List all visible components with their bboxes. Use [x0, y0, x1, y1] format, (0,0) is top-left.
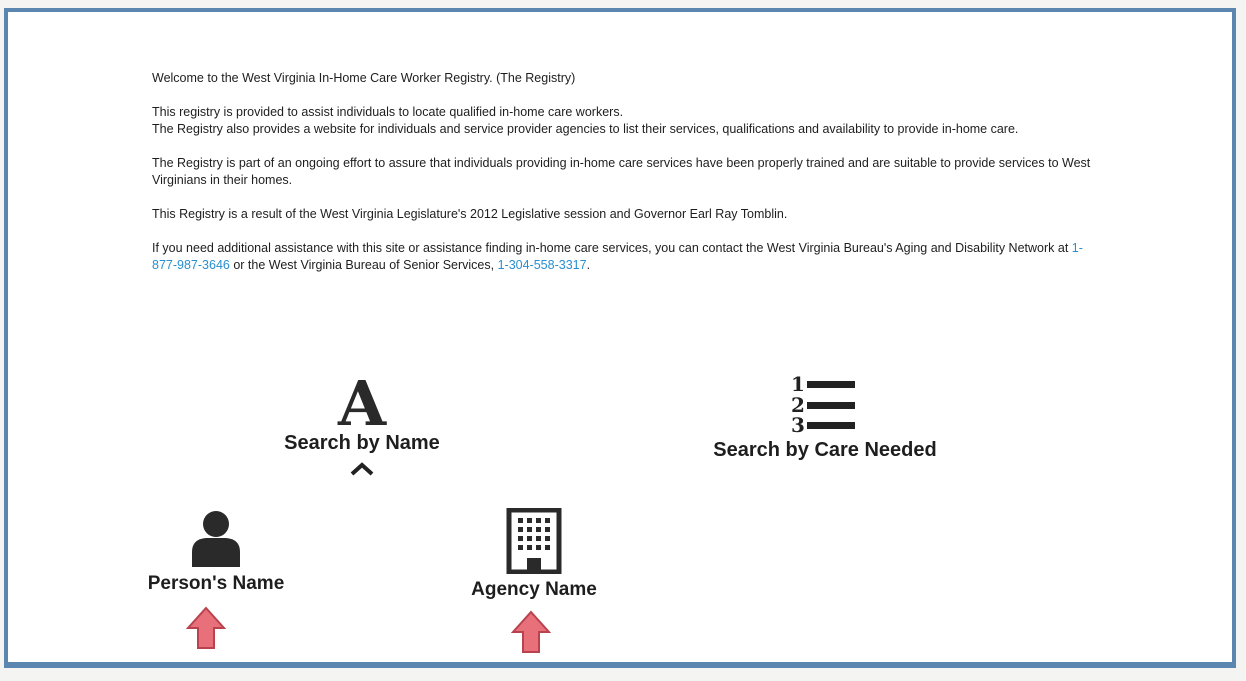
intro-paragraph-3: This Registry is a result of the West Vi…	[152, 207, 788, 221]
numbered-list-icon: 1 2 3	[791, 372, 855, 437]
chevron-up-icon	[262, 461, 462, 479]
list-number-3: 3	[791, 413, 805, 434]
search-by-name-label: Search by Name	[284, 432, 440, 454]
persons-name-button[interactable]: Person's Name	[126, 510, 306, 595]
agency-name-button[interactable]: Agency Name	[444, 507, 624, 601]
up-arrow-icon	[511, 610, 551, 653]
search-by-care-button[interactable]: 1 2 3 Search by Care Needed	[690, 372, 960, 462]
agency-name-label: Agency Name	[471, 579, 597, 600]
up-arrow-icon	[186, 606, 226, 649]
person-icon	[192, 511, 240, 567]
intro-paragraph-2: The Registry is part of an ongoing effor…	[152, 156, 1091, 187]
intro-paragraph-1a: This registry is provided to assist indi…	[152, 105, 624, 119]
welcome-text: Welcome to the West Virginia In-Home Car…	[152, 71, 576, 85]
intro-text: Welcome to the West Virginia In-Home Car…	[152, 70, 1102, 291]
letter-a-icon: A	[337, 367, 387, 440]
contact-text-1: If you need additional assistance with t…	[152, 241, 1072, 255]
contact-text-3: .	[586, 258, 591, 272]
intro-paragraph-1b: The Registry also provides a website for…	[152, 122, 1019, 136]
bss-phone-link[interactable]: 1-304-558-3317	[498, 258, 587, 272]
building-icon	[506, 507, 562, 575]
search-by-care-label: Search by Care Needed	[713, 439, 937, 461]
search-by-name-button[interactable]: A Search by Name	[262, 367, 462, 479]
persons-name-label: Person's Name	[147, 573, 285, 594]
contact-text-2: or the West Virginia Bureau of Senior Se…	[229, 258, 498, 272]
intro-paragraph-4: If you need additional assistance with t…	[152, 240, 1102, 274]
